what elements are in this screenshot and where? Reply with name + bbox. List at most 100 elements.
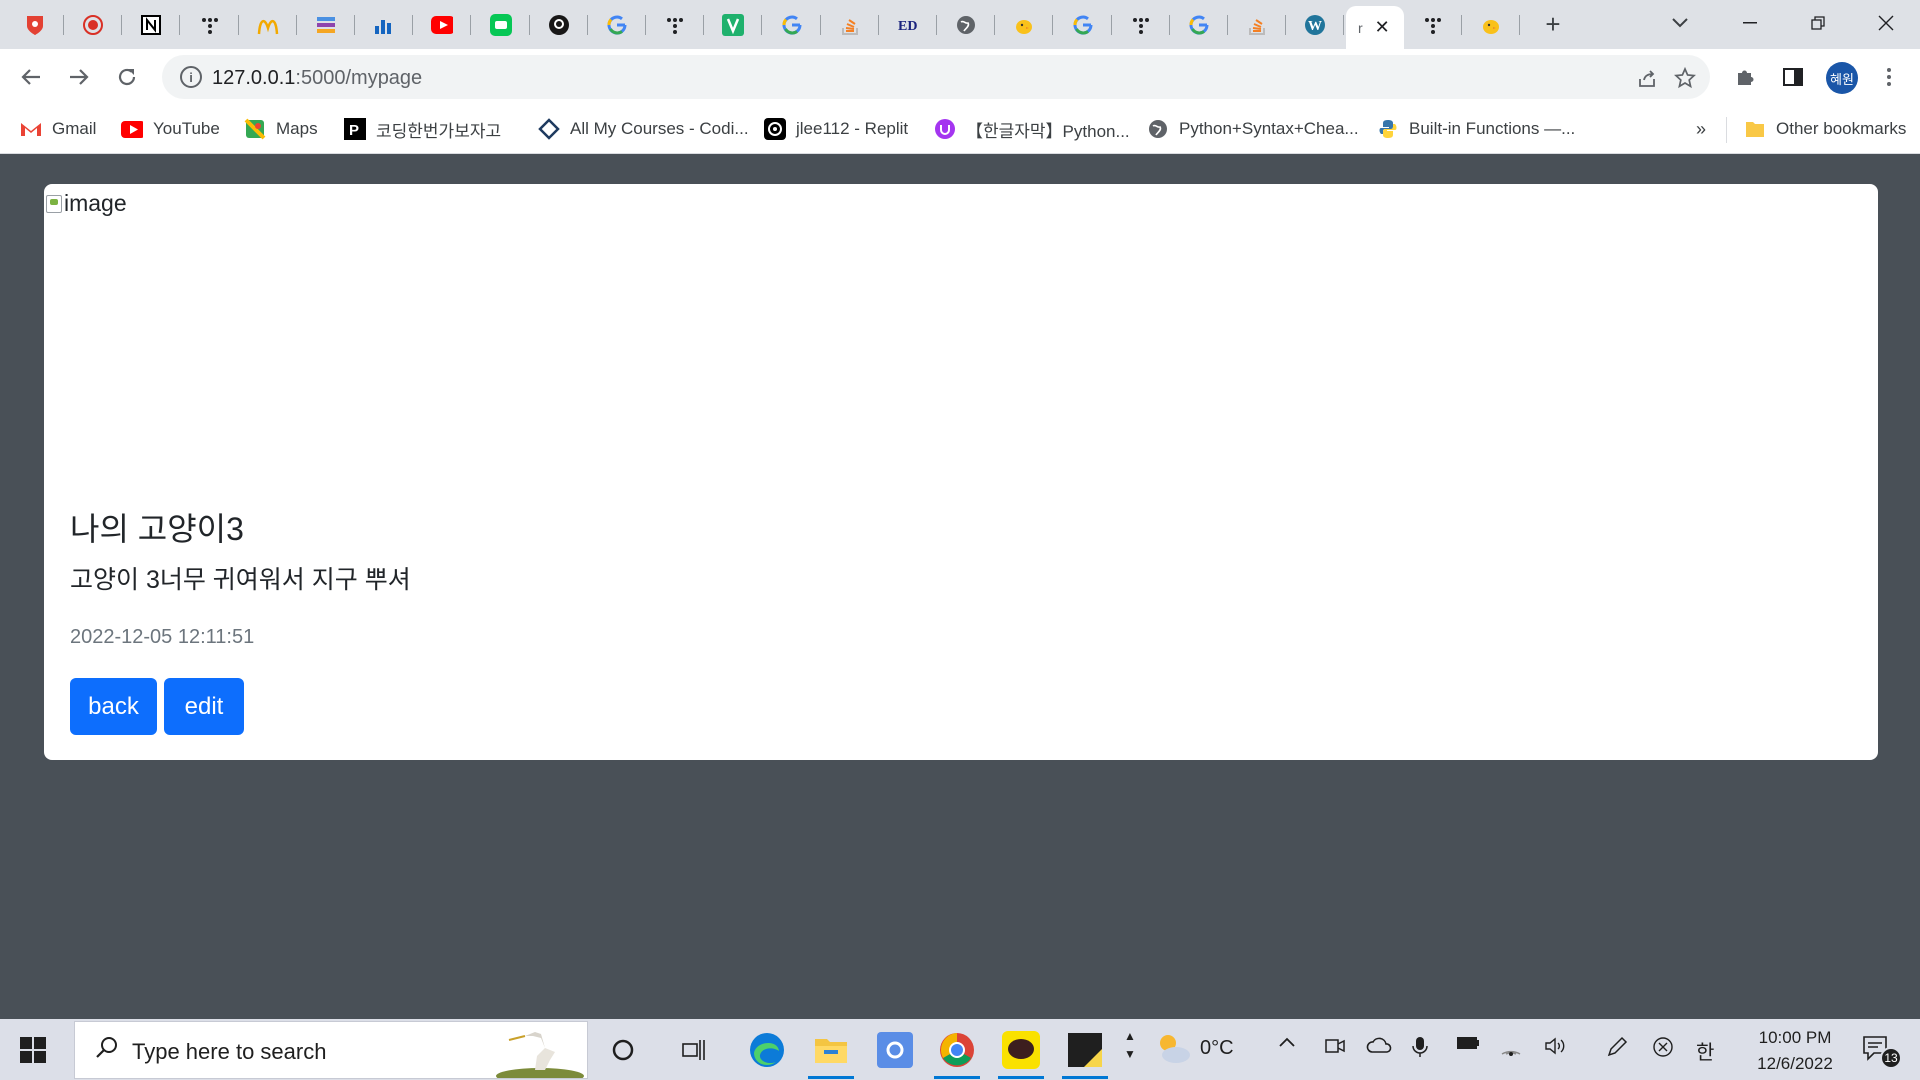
cortana-icon[interactable] — [600, 1027, 646, 1073]
file-explorer-icon[interactable] — [808, 1027, 854, 1079]
back-arrow-icon[interactable] — [14, 60, 48, 94]
profile-avatar[interactable]: 혜원 — [1826, 62, 1858, 94]
layers-icon — [315, 14, 337, 36]
folder-icon — [1744, 118, 1766, 140]
chrome-icon[interactable] — [934, 1027, 980, 1079]
post-date: 2022-12-05 12:11:51 — [70, 626, 255, 648]
tab-separator — [1343, 15, 1345, 35]
browser-tab[interactable] — [821, 6, 879, 44]
browser-tab[interactable] — [413, 6, 472, 44]
browser-tab[interactable] — [1054, 6, 1112, 44]
blocked-circle-icon[interactable] — [1652, 1036, 1674, 1058]
bookmarks-overflow-button[interactable]: » — [1696, 119, 1706, 140]
microphone-icon[interactable] — [1412, 1036, 1428, 1058]
close-tab-icon[interactable]: ✕ — [1375, 17, 1390, 38]
minimize-button[interactable] — [1720, 6, 1780, 40]
new-tab-button[interactable]: + — [1538, 10, 1568, 38]
bookmark-item[interactable]: Maps — [244, 115, 318, 143]
scroll-up-icon[interactable]: ▲ — [1124, 1027, 1136, 1045]
diamond-icon — [538, 118, 560, 140]
browser-tab[interactable]: W — [1286, 6, 1345, 44]
browser-tab[interactable] — [530, 6, 588, 44]
browser-tab[interactable] — [1462, 6, 1520, 44]
browser-tab[interactable] — [763, 6, 821, 44]
bookmark-label: Python+Syntax+Chea... — [1179, 119, 1359, 138]
browser-toolbar: i 127.0.0.1:5000/mypage 혜원 — [0, 49, 1920, 105]
ime-indicator[interactable]: 한 — [1696, 1036, 1714, 1065]
bookmark-item[interactable]: 【한글자막】Python... — [934, 115, 1130, 143]
kebab-menu-icon[interactable] — [1874, 62, 1904, 92]
bookmark-item[interactable]: P 코딩한번가보자고 — [344, 115, 501, 143]
restore-button[interactable] — [1788, 6, 1848, 40]
weather-widget[interactable]: 0°C — [1154, 1031, 1234, 1065]
bookmark-item[interactable]: YouTube — [121, 115, 220, 143]
chrome-active-indicator — [934, 1076, 980, 1079]
settings-app-icon[interactable] — [872, 1027, 918, 1073]
bookmark-item[interactable]: Gmail — [20, 115, 96, 143]
youtube-icon — [431, 14, 454, 36]
forward-arrow-icon[interactable] — [62, 60, 96, 94]
bookmark-item[interactable]: Python+Syntax+Chea... — [1147, 115, 1359, 143]
kakaotalk-icon[interactable] — [998, 1027, 1044, 1079]
scroll-down-icon[interactable]: ▼ — [1124, 1045, 1136, 1063]
search-highlight-bird-icon — [496, 1032, 584, 1078]
browser-tab[interactable] — [472, 6, 530, 44]
edit-button[interactable]: edit — [164, 678, 244, 735]
share-icon[interactable] — [1634, 65, 1660, 91]
browser-tab[interactable] — [122, 6, 181, 44]
kakaotalk-active-indicator — [998, 1076, 1044, 1079]
browser-tab[interactable] — [995, 6, 1054, 44]
bookmark-item[interactable]: Built-in Functions —... — [1377, 115, 1575, 143]
browser-tab[interactable] — [704, 6, 763, 44]
address-bar[interactable]: i 127.0.0.1:5000/mypage — [162, 55, 1710, 99]
tab-search-icon[interactable] — [1650, 6, 1710, 40]
bookmark-item[interactable]: All My Courses - Codi... — [538, 115, 749, 143]
tray-overflow-chevron-icon[interactable] — [1278, 1036, 1296, 1048]
browser-tab[interactable] — [646, 6, 705, 44]
back-button[interactable]: back — [70, 678, 157, 735]
side-panel-icon[interactable] — [1778, 62, 1808, 92]
site-info-icon[interactable]: i — [180, 66, 202, 88]
edge-icon[interactable] — [744, 1027, 790, 1073]
browser-tab[interactable] — [181, 6, 239, 44]
browser-tab[interactable] — [6, 6, 64, 44]
close-window-button[interactable] — [1856, 6, 1916, 40]
sticky-notes-icon[interactable] — [1062, 1027, 1108, 1079]
extensions-puzzle-icon[interactable] — [1730, 62, 1760, 92]
taskbar-scroll-arrows[interactable]: ▲ ▼ — [1124, 1027, 1136, 1063]
browser-tab[interactable] — [1170, 6, 1228, 44]
browser-tab[interactable] — [297, 6, 355, 44]
onedrive-cloud-icon[interactable] — [1366, 1036, 1392, 1054]
replit-icon — [764, 118, 786, 140]
bookmark-item[interactable]: jlee112 - Replit — [764, 115, 908, 143]
wifi-icon[interactable] — [1500, 1036, 1522, 1056]
reload-icon[interactable] — [110, 60, 144, 94]
volume-icon[interactable] — [1544, 1036, 1568, 1056]
notification-center-icon[interactable]: 13 — [1862, 1035, 1902, 1069]
browser-tab[interactable] — [1228, 6, 1287, 44]
bookmark-label: YouTube — [153, 119, 220, 138]
task-view-icon[interactable] — [672, 1027, 718, 1073]
browser-tab[interactable]: ED — [879, 6, 937, 44]
browser-tab[interactable] — [588, 6, 646, 44]
bookmark-star-icon[interactable] — [1672, 65, 1698, 91]
browser-tab[interactable] — [1112, 6, 1170, 44]
browser-tab[interactable] — [239, 6, 297, 44]
browser-tab[interactable] — [1404, 6, 1462, 44]
stackoverflow-icon — [839, 14, 861, 36]
windows-start-icon[interactable] — [20, 1037, 46, 1063]
browser-tab[interactable] — [64, 6, 123, 44]
pen-icon[interactable] — [1606, 1036, 1628, 1058]
battery-icon[interactable] — [1456, 1036, 1480, 1050]
meet-now-icon[interactable] — [1324, 1036, 1346, 1056]
bookmark-label: Built-in Functions —... — [1409, 119, 1576, 138]
url-text[interactable]: 127.0.0.1:5000/mypage — [212, 67, 422, 90]
svg-text:ED: ED — [898, 19, 917, 34]
taskbar-search-box[interactable]: Type here to search — [74, 1021, 588, 1079]
other-bookmarks-folder[interactable]: Other bookmarks — [1744, 115, 1906, 143]
active-tab[interactable]: r ✕ — [1346, 6, 1404, 49]
browser-tab[interactable] — [937, 6, 996, 44]
taskbar-clock[interactable]: 10:00 PM 12/6/2022 — [1740, 1025, 1850, 1077]
gmail-icon — [20, 118, 42, 140]
browser-tab[interactable] — [355, 6, 414, 44]
